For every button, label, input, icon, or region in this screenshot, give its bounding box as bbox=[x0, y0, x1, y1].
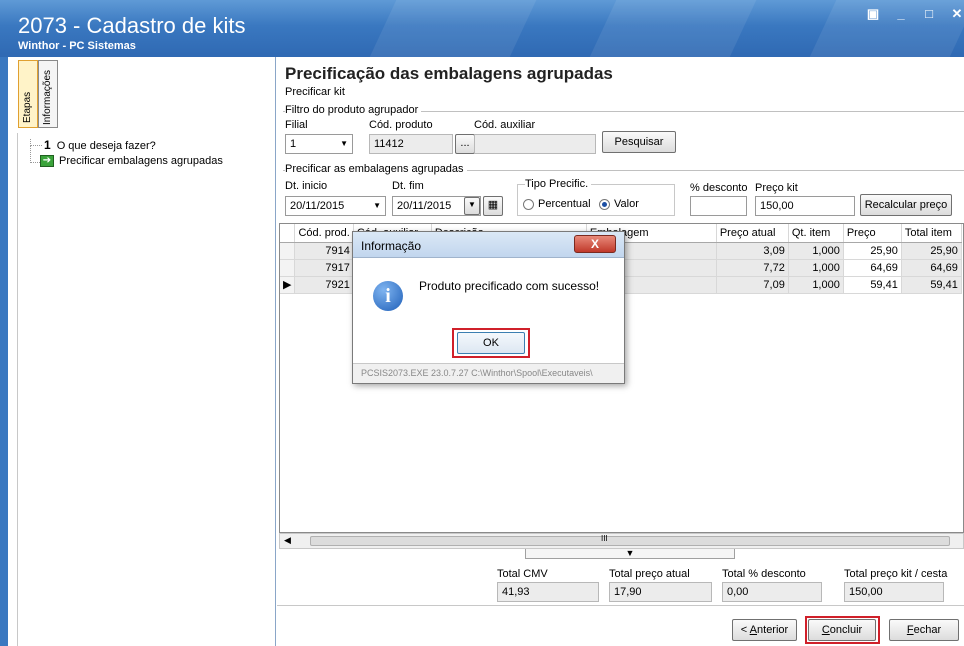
page-title: Precificação das embalagens agrupadas bbox=[285, 64, 613, 83]
desconto-field[interactable] bbox=[690, 196, 747, 216]
cod-produto-field[interactable]: 11412 bbox=[369, 134, 453, 154]
minimize-icon[interactable]: _ bbox=[894, 6, 908, 22]
filial-label: Filial bbox=[285, 119, 308, 131]
header-qt-item[interactable]: Qt. item bbox=[788, 224, 844, 243]
radio-percentual[interactable]: Percentual bbox=[523, 198, 591, 210]
step-label: Precificar embalagens agrupadas bbox=[59, 155, 223, 167]
dt-inicio-label: Dt. inicio bbox=[285, 180, 328, 192]
step-1[interactable]: 1 O que deseja fazer? bbox=[44, 138, 156, 152]
scroll-thumb[interactable]: III bbox=[310, 534, 950, 546]
preco-kit-field[interactable]: 150,00 bbox=[755, 196, 855, 216]
total-preco-atual-field: 17,90 bbox=[609, 582, 712, 602]
chevron-down-icon: ▼ bbox=[373, 201, 381, 210]
tab-etapas[interactable]: Etapas bbox=[18, 60, 38, 128]
window-controls: ▣ _ □ ✕ bbox=[866, 6, 964, 22]
total-kit-field: 150,00 bbox=[844, 582, 944, 602]
filial-select[interactable]: 1 ▼ bbox=[285, 134, 353, 154]
tab-informacoes[interactable]: Informações bbox=[38, 60, 58, 128]
window-subtitle: Winthor - PC Sistemas bbox=[18, 40, 136, 52]
header-preco-atual[interactable]: Preço atual bbox=[716, 224, 789, 243]
grid-header-selector[interactable] bbox=[280, 224, 296, 243]
header-preco[interactable]: Preço bbox=[843, 224, 902, 243]
step-label: O que deseja fazer? bbox=[56, 140, 156, 152]
cod-auxiliar-label: Cód. auxiliar bbox=[474, 119, 536, 131]
steps-tree bbox=[17, 133, 275, 646]
bottom-bar: < Anterior Concluir Fechar bbox=[277, 605, 964, 646]
dialog-message: Produto precificado com sucesso! bbox=[419, 279, 600, 293]
scroll-left-icon[interactable]: ◀ bbox=[284, 535, 291, 546]
splitter-handle[interactable]: ▼ bbox=[525, 549, 735, 559]
dialog-footer: PCSIS2073.EXE 23.0.7.27 C:\Winthor\Spool… bbox=[353, 363, 624, 383]
radio-selected-icon bbox=[599, 198, 610, 210]
calendar-icon[interactable]: ▦ bbox=[483, 196, 503, 216]
browse-button[interactable]: ... bbox=[455, 134, 475, 154]
close-icon[interactable]: ✕ bbox=[950, 6, 964, 22]
total-kit-label: Total preço kit / cesta bbox=[844, 568, 948, 580]
left-border bbox=[0, 57, 8, 646]
radio-circle-icon bbox=[523, 198, 534, 210]
header-total-item[interactable]: Total item bbox=[901, 224, 962, 243]
restore-icon[interactable]: ▣ bbox=[866, 6, 880, 22]
total-desconto-label: Total % desconto bbox=[722, 568, 806, 580]
total-desconto-field: 0,00 bbox=[722, 582, 822, 602]
info-dialog: Informação X i Produto precificado com s… bbox=[352, 231, 625, 384]
step-2[interactable]: ➔ Precificar embalagens agrupadas bbox=[40, 155, 223, 168]
preco-kit-label: Preço kit bbox=[755, 182, 798, 194]
total-cmv-label: Total CMV bbox=[497, 568, 548, 580]
ok-button[interactable]: OK bbox=[457, 332, 525, 354]
total-cmv-field: 41,93 bbox=[497, 582, 599, 602]
anterior-button[interactable]: < Anterior bbox=[732, 619, 797, 641]
current-row-icon: ▶ bbox=[280, 276, 296, 294]
close-icon[interactable]: X bbox=[574, 235, 616, 253]
arrow-right-icon: ➔ bbox=[40, 155, 54, 168]
header-cod-prod[interactable]: Cód. prod. bbox=[294, 224, 354, 243]
highlight-box bbox=[805, 616, 880, 644]
radio-valor[interactable]: Valor bbox=[599, 198, 639, 210]
search-button[interactable]: Pesquisar bbox=[602, 131, 676, 153]
pricing-section-label: Precificar as embalagens agrupadas bbox=[285, 163, 467, 175]
filter-section-label: Filtro do produto agrupador bbox=[285, 104, 422, 116]
page-subtitle: Precificar kit bbox=[285, 86, 345, 98]
dt-fim-label: Dt. fim bbox=[392, 180, 424, 192]
dialog-title-bar[interactable]: Informação X bbox=[353, 232, 624, 258]
desconto-label: % desconto bbox=[690, 182, 748, 194]
title-bar: 2073 - Cadastro de kits Winthor - PC Sis… bbox=[0, 0, 964, 57]
step-number: 1 bbox=[44, 138, 51, 152]
tipo-precific-label: Tipo Precific. bbox=[525, 178, 592, 190]
horizontal-scrollbar[interactable]: ◀ III bbox=[279, 533, 964, 549]
total-preco-atual-label: Total preço atual bbox=[609, 568, 690, 580]
chevron-down-icon: ▼ bbox=[340, 139, 348, 148]
chevron-down-icon[interactable]: ▼ bbox=[464, 197, 480, 215]
fechar-button[interactable]: Fechar bbox=[889, 619, 959, 641]
cod-auxiliar-field[interactable] bbox=[474, 134, 596, 154]
dt-inicio-field[interactable]: 20/11/2015 ▼ bbox=[285, 196, 386, 216]
info-icon: i bbox=[373, 281, 403, 311]
maximize-icon[interactable]: □ bbox=[922, 6, 936, 22]
dialog-title: Informação bbox=[361, 239, 422, 253]
window-title: 2073 - Cadastro de kits bbox=[18, 13, 246, 38]
cod-produto-label: Cód. produto bbox=[369, 119, 433, 131]
recalcular-button[interactable]: Recalcular preço bbox=[860, 194, 952, 216]
